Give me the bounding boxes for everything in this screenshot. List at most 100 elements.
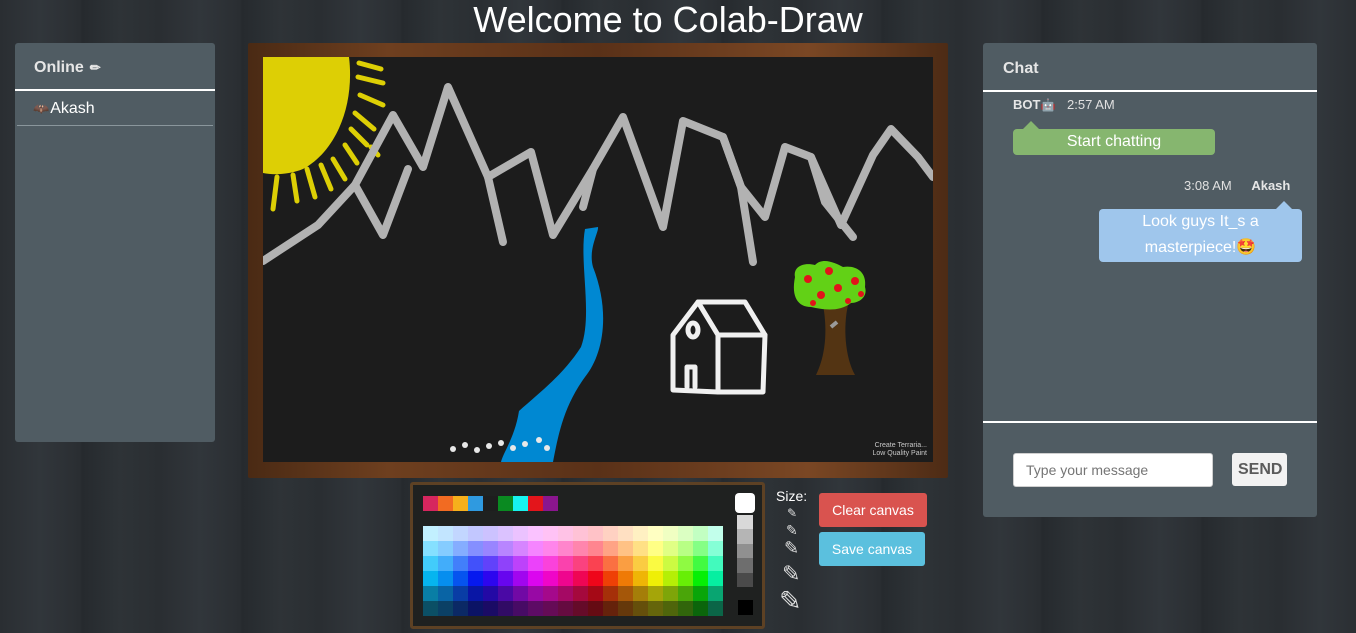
color-grid-swatch[interactable] — [648, 541, 663, 556]
color-grid-swatch[interactable] — [573, 556, 588, 571]
color-grid-swatch[interactable] — [573, 571, 588, 586]
color-grid-swatch[interactable] — [468, 571, 483, 586]
color-grid-swatch[interactable] — [453, 556, 468, 571]
color-grid-swatch[interactable] — [453, 541, 468, 556]
color-grid-swatch[interactable] — [633, 541, 648, 556]
color-grid-swatch[interactable] — [528, 601, 543, 616]
color-swatch-black[interactable] — [738, 600, 753, 615]
color-grid-swatch[interactable] — [513, 571, 528, 586]
color-grid-swatch[interactable] — [663, 556, 678, 571]
clear-canvas-button[interactable]: Clear canvas — [819, 493, 927, 527]
chat-message-input[interactable] — [1013, 453, 1213, 487]
color-grid-swatch[interactable] — [438, 541, 453, 556]
color-grid-swatch[interactable] — [603, 571, 618, 586]
color-grid-swatch[interactable] — [603, 541, 618, 556]
color-grid-swatch[interactable] — [423, 601, 438, 616]
color-grid-swatch[interactable] — [603, 526, 618, 541]
color-grid-swatch[interactable] — [708, 586, 723, 601]
color-grid-swatch[interactable] — [468, 526, 483, 541]
color-grid-swatch[interactable] — [483, 541, 498, 556]
color-grid-swatch[interactable] — [423, 571, 438, 586]
quick-color-swatch[interactable] — [438, 496, 453, 511]
color-grid-swatch[interactable] — [453, 586, 468, 601]
color-grid-swatch[interactable] — [678, 586, 693, 601]
color-grid-swatch[interactable] — [513, 586, 528, 601]
color-grid-swatch[interactable] — [558, 541, 573, 556]
quick-color-swatch[interactable] — [423, 496, 438, 511]
color-grid-swatch[interactable] — [498, 556, 513, 571]
color-grid-swatch[interactable] — [468, 586, 483, 601]
color-grid-swatch[interactable] — [588, 571, 603, 586]
color-grid-swatch[interactable] — [483, 586, 498, 601]
color-grid-swatch[interactable] — [498, 571, 513, 586]
color-grid-swatch[interactable] — [498, 601, 513, 616]
color-grid-swatch[interactable] — [438, 526, 453, 541]
color-grid-swatch[interactable] — [438, 556, 453, 571]
color-grid-swatch[interactable] — [693, 541, 708, 556]
color-grid-swatch[interactable] — [648, 586, 663, 601]
color-grid-swatch[interactable] — [618, 556, 633, 571]
color-grid-swatch[interactable] — [528, 571, 543, 586]
color-grid-swatch[interactable] — [483, 571, 498, 586]
color-grid-swatch[interactable] — [648, 571, 663, 586]
color-grid-swatch[interactable] — [663, 526, 678, 541]
color-grid-swatch[interactable] — [423, 541, 438, 556]
color-swatch-white[interactable] — [735, 493, 755, 513]
color-grid-swatch[interactable] — [498, 541, 513, 556]
color-grid-swatch[interactable] — [468, 556, 483, 571]
color-grid-swatch[interactable] — [648, 556, 663, 571]
color-grid-swatch[interactable] — [588, 601, 603, 616]
color-grid-swatch[interactable] — [513, 541, 528, 556]
color-grid-swatch[interactable] — [528, 556, 543, 571]
color-grid-swatch[interactable] — [708, 601, 723, 616]
size-pencil-3-icon[interactable]: ✎ — [784, 538, 799, 559]
color-grid-swatch[interactable] — [603, 586, 618, 601]
color-grid-swatch[interactable] — [528, 526, 543, 541]
color-grid-swatch[interactable] — [693, 601, 708, 616]
color-grid-swatch[interactable] — [588, 526, 603, 541]
color-grid-swatch[interactable] — [468, 541, 483, 556]
color-grid-swatch[interactable] — [573, 601, 588, 616]
color-grid-swatch[interactable] — [423, 526, 438, 541]
save-canvas-button[interactable]: Save canvas — [819, 532, 925, 566]
color-grid-swatch[interactable] — [678, 541, 693, 556]
quick-color-swatch[interactable] — [498, 496, 513, 511]
color-grid-swatch[interactable] — [498, 526, 513, 541]
color-grid-swatch[interactable] — [513, 556, 528, 571]
color-grid-swatch[interactable] — [648, 526, 663, 541]
color-grid-swatch[interactable] — [483, 556, 498, 571]
color-grid-swatch[interactable] — [573, 526, 588, 541]
color-grid-swatch[interactable] — [558, 586, 573, 601]
color-grid-swatch[interactable] — [438, 571, 453, 586]
color-grid-swatch[interactable] — [453, 571, 468, 586]
color-grid-swatch[interactable] — [573, 586, 588, 601]
color-grid-swatch[interactable] — [618, 526, 633, 541]
color-grid-swatch[interactable] — [588, 586, 603, 601]
color-grid-swatch[interactable] — [708, 526, 723, 541]
color-grid-swatch[interactable] — [648, 601, 663, 616]
size-pencil-1-icon[interactable]: ✎ — [787, 506, 797, 520]
color-grid-swatch[interactable] — [588, 556, 603, 571]
color-grid-swatch[interactable] — [633, 556, 648, 571]
color-grid-swatch[interactable] — [708, 541, 723, 556]
gray-swatch[interactable] — [737, 572, 753, 588]
color-grid-swatch[interactable] — [543, 586, 558, 601]
color-grid-swatch[interactable] — [543, 571, 558, 586]
color-grid-swatch[interactable] — [558, 601, 573, 616]
gray-swatch[interactable] — [737, 529, 753, 544]
size-pencil-4-icon[interactable]: ✎ — [782, 561, 800, 587]
color-grid-swatch[interactable] — [558, 556, 573, 571]
color-grid-swatch[interactable] — [558, 571, 573, 586]
color-grid-swatch[interactable] — [573, 541, 588, 556]
color-grid-swatch[interactable] — [693, 526, 708, 541]
color-grid-swatch[interactable] — [693, 586, 708, 601]
color-grid-swatch[interactable] — [618, 541, 633, 556]
gray-swatch[interactable] — [737, 515, 753, 530]
color-grid-swatch[interactable] — [468, 601, 483, 616]
gray-swatch[interactable] — [737, 543, 753, 559]
color-grid-swatch[interactable] — [423, 586, 438, 601]
color-grid-swatch[interactable] — [663, 601, 678, 616]
color-grid-swatch[interactable] — [633, 586, 648, 601]
color-grid-swatch[interactable] — [528, 586, 543, 601]
color-grid-swatch[interactable] — [603, 601, 618, 616]
